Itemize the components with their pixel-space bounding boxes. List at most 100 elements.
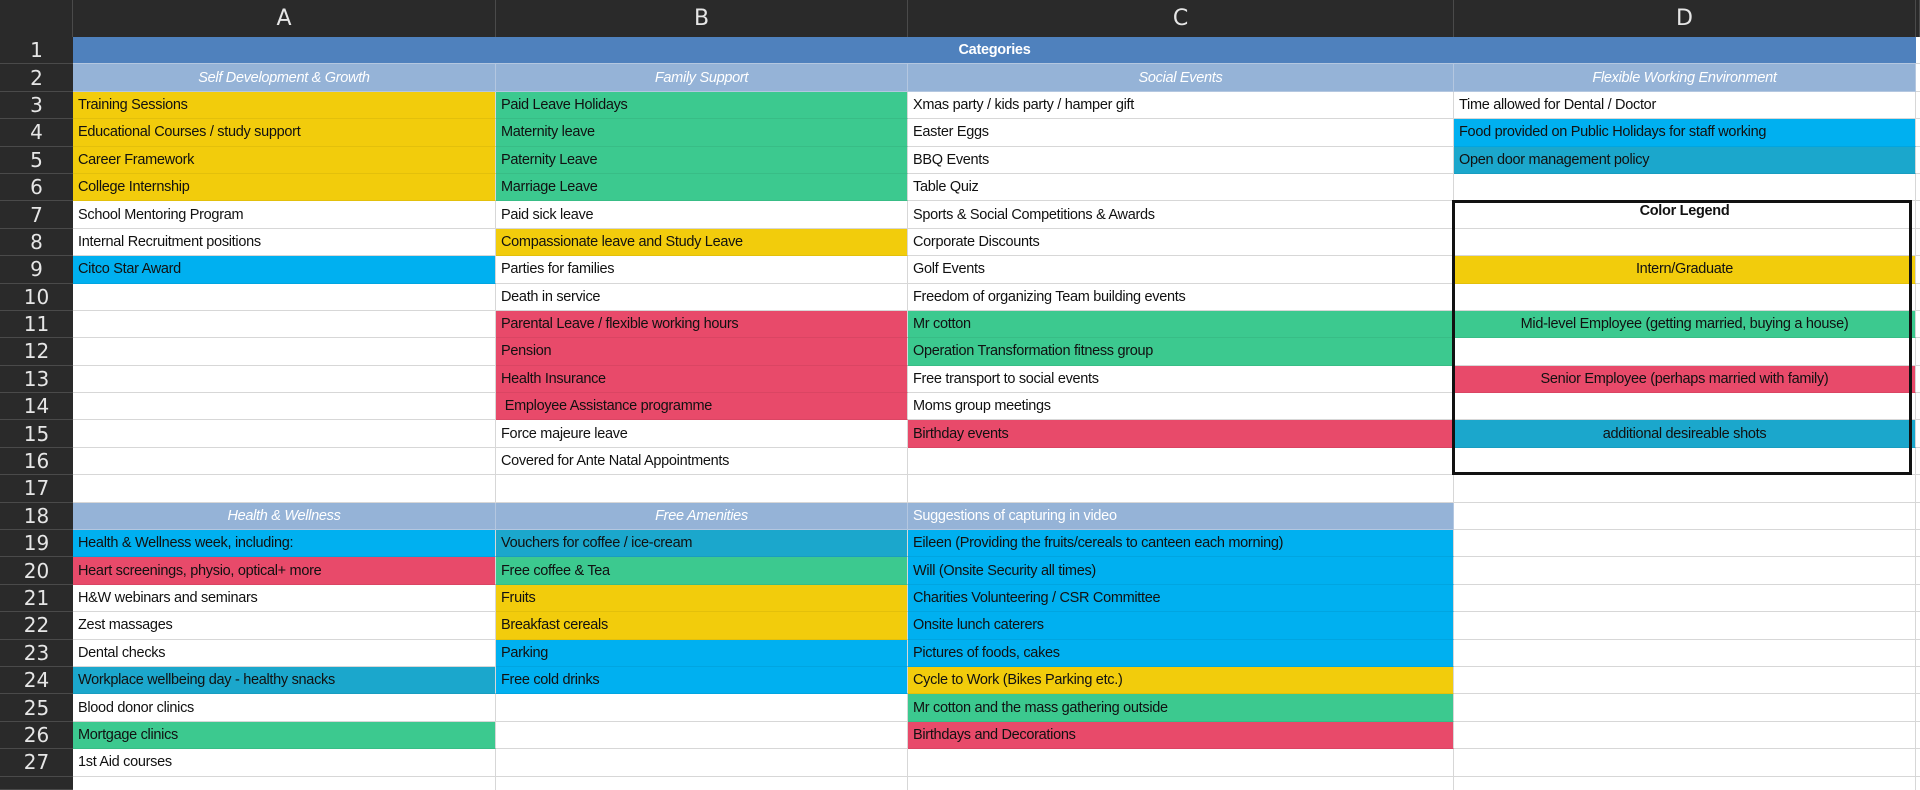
cell-c2[interactable]: Social Events [908,64,1454,92]
cell-a23[interactable]: Dental checks [73,639,496,667]
cell-a22[interactable]: Zest massages [73,612,496,640]
cell-b25[interactable] [496,694,908,722]
row-header-22[interactable]: 22 [0,612,73,640]
cell-a8[interactable]: Internal Recruitment positions [73,228,496,257]
column-header-c[interactable]: C [908,0,1454,37]
cell-c20[interactable]: Will (Onsite Security all times) [908,557,1454,585]
cell-d26[interactable] [1454,721,1916,750]
cell-a10[interactable] [73,283,496,311]
cell-b27[interactable] [496,749,908,777]
row-header-1[interactable]: 1 [0,37,73,65]
select-all-corner[interactable] [0,0,73,37]
cell-b24[interactable]: Free cold drinks [496,666,908,695]
cell-a5[interactable]: Career Framework [73,146,496,174]
cell-a27[interactable]: 1st Aid courses [73,749,496,777]
row-header-23[interactable]: 23 [0,639,73,667]
row-header-21[interactable]: 21 [0,584,73,613]
cell-c8[interactable]: Corporate Discounts [908,228,1454,257]
cell-c5[interactable]: BBQ Events [908,146,1454,174]
cell-a25[interactable]: Blood donor clinics [73,694,496,722]
cell-a1[interactable]: Categories [73,37,1916,65]
row-header-4[interactable]: 4 [0,119,73,147]
cell-c3[interactable]: Xmas party / kids party / hamper gift [908,91,1454,120]
cell-c9[interactable]: Golf Events [908,256,1454,284]
cell-a14[interactable] [73,393,496,421]
row-header-6[interactable]: 6 [0,173,73,202]
row-header-15[interactable]: 15 [0,420,73,448]
cell-c12[interactable]: Operation Transformation fitness group [908,338,1454,366]
row-header-17[interactable]: 17 [0,475,73,503]
cell-d10[interactable] [1454,283,1916,311]
cell-d22[interactable] [1454,612,1916,640]
column-header-b[interactable]: B [496,0,908,37]
row-header-20[interactable]: 20 [0,557,73,585]
row-header-25[interactable]: 25 [0,694,73,722]
cell-b9[interactable]: Parties for families [496,256,908,284]
cell-c13[interactable]: Free transport to social events [908,365,1454,394]
cell-d16[interactable] [1454,447,1916,476]
cell-b10[interactable]: Death in service [496,283,908,311]
cell-d12[interactable] [1454,338,1916,366]
cell-c27[interactable] [908,749,1454,777]
cell-b12[interactable]: Pension [496,338,908,366]
cell-b19[interactable]: Vouchers for coffee / ice-cream [496,530,908,558]
column-header-a[interactable]: A [73,0,496,37]
cell-a11[interactable] [73,310,496,339]
cell-c18[interactable]: Suggestions of capturing in video [908,502,1454,531]
cell-b22[interactable]: Breakfast cereals [496,612,908,640]
cell-d20[interactable] [1454,557,1916,585]
cell-c24[interactable]: Cycle to Work (Bikes Parking etc.) [908,666,1454,695]
cell-d25[interactable] [1454,694,1916,722]
cell-d27[interactable] [1454,749,1916,777]
cell-c7[interactable]: Sports & Social Competitions & Awards [908,201,1454,229]
row-header-26[interactable]: 26 [0,721,73,750]
cell-a12[interactable] [73,338,496,366]
cell-c25[interactable]: Mr cotton and the mass gathering outside [908,694,1454,722]
cell-a3[interactable]: Training Sessions [73,91,496,120]
cell-b3[interactable]: Paid Leave Holidays [496,91,908,120]
cell-d3[interactable]: Time allowed for Dental / Doctor [1454,91,1916,120]
cell-a19[interactable]: Health & Wellness week, including: [73,530,496,558]
cell-c4[interactable]: Easter Eggs [908,119,1454,147]
cell-c16[interactable] [908,447,1454,476]
cell-a9[interactable]: Citco Star Award [73,256,496,284]
cell-a17[interactable] [73,475,496,503]
cell-c11[interactable]: Mr cotton [908,310,1454,339]
cell-a15[interactable] [73,420,496,448]
cell-d18[interactable] [1454,502,1916,531]
cell-d11[interactable]: Mid-level Employee (getting married, buy… [1454,310,1916,339]
cell-b4[interactable]: Maternity leave [496,119,908,147]
cell-b6[interactable]: Marriage Leave [496,173,908,202]
cell-b7[interactable]: Paid sick leave [496,201,908,229]
cell-a6[interactable]: College Internship [73,173,496,202]
cell-b18[interactable]: Free Amenities [496,502,908,531]
cell-d8[interactable] [1454,228,1916,257]
column-header-d[interactable]: D [1454,0,1916,37]
cell-d24[interactable] [1454,666,1916,695]
cell-c22[interactable]: Onsite lunch caterers [908,612,1454,640]
cell-d23[interactable] [1454,639,1916,667]
cell-b13[interactable]: Health Insurance [496,365,908,394]
row-header-11[interactable]: 11 [0,310,73,339]
cell-a24[interactable]: Workplace wellbeing day - healthy snacks [73,666,496,695]
cell-b17[interactable] [496,475,908,503]
cell-a21[interactable]: H&W webinars and seminars [73,584,496,613]
cell-b26[interactable] [496,721,908,750]
row-header-10[interactable]: 10 [0,283,73,311]
cell-d2[interactable]: Flexible Working Environment [1454,64,1916,92]
row-header-2[interactable]: 2 [0,64,73,92]
cell-c14[interactable]: Moms group meetings [908,393,1454,421]
cell-b23[interactable]: Parking [496,639,908,667]
cell-d4[interactable]: Food provided on Public Holidays for sta… [1454,119,1916,147]
cell-b15[interactable]: Force majeure leave [496,420,908,448]
cell-c21[interactable]: Charities Volunteering / CSR Committee [908,584,1454,613]
cell-d13[interactable]: Senior Employee (perhaps married with fa… [1454,365,1916,394]
cell-b20[interactable]: Free coffee & Tea [496,557,908,585]
cell-a18[interactable]: Health & Wellness [73,502,496,531]
cell-d19[interactable] [1454,530,1916,558]
row-header-27[interactable]: 27 [0,749,73,777]
row-header-12[interactable]: 12 [0,338,73,366]
row-header-18[interactable]: 18 [0,502,73,531]
cell-c19[interactable]: Eileen (Providing the fruits/cereals to … [908,530,1454,558]
cell-b21[interactable]: Fruits [496,584,908,613]
